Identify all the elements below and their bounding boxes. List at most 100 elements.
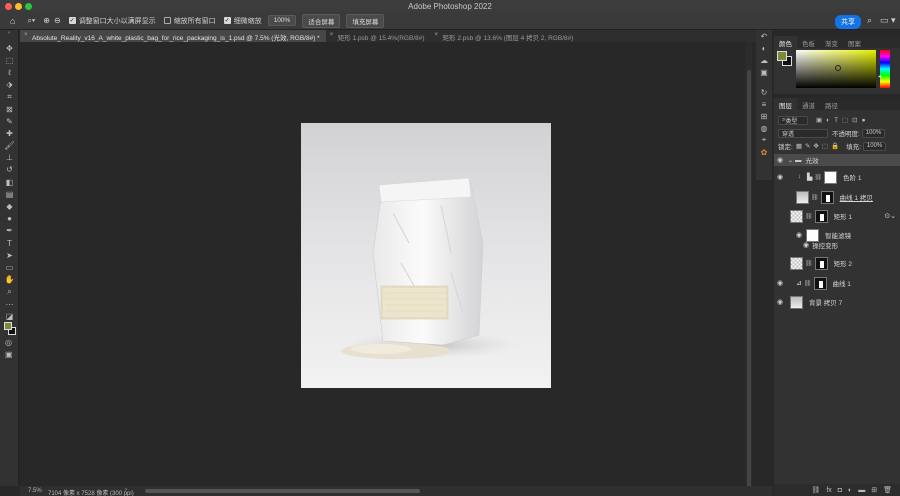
tab-layers[interactable]: 图层	[774, 98, 797, 110]
tab-swatches[interactable]: 色板	[797, 36, 820, 48]
home-icon[interactable]: ⌂	[10, 12, 15, 30]
link-icon[interactable]: ⛓	[805, 260, 813, 267]
eye-icon[interactable]: ◉	[774, 156, 786, 164]
add-mask-icon[interactable]: ◘	[838, 487, 842, 494]
properties-panel-icon[interactable]: ◐	[756, 42, 772, 54]
link-icon[interactable]: ⛓	[811, 194, 819, 201]
lasso-tool-icon[interactable]: ℓ	[0, 66, 19, 78]
move-tool-icon[interactable]: ✥	[0, 42, 19, 54]
scrubby-zoom-checkbox[interactable]: ✓	[223, 17, 231, 24]
vertical-scroll-thumb[interactable]	[747, 70, 751, 490]
workspace-menu-icon[interactable]: ▾	[891, 15, 896, 26]
close-tab-icon[interactable]: ×	[24, 32, 28, 38]
layer-row-curves-copy[interactable]: ⛓ 曲线 1 拷贝	[774, 187, 900, 207]
search-icon[interactable]: ⌕	[867, 15, 872, 26]
color-picker-cursor[interactable]	[835, 65, 841, 71]
zoom-out-icon[interactable]: ⊖	[54, 12, 61, 30]
eyedropper-tool-icon[interactable]: ✎	[0, 115, 19, 127]
fill-field[interactable]: 100%	[862, 141, 887, 151]
gradient-tool-icon[interactable]: ▤	[0, 188, 19, 200]
layer-mask-thumbnail[interactable]	[814, 256, 828, 270]
tab-rect-2[interactable]: × 矩形 2.psb @ 13.6% (图层 4 拷贝 2, RGB/8#)	[431, 30, 580, 42]
layer-style-icon[interactable]: fx	[826, 487, 831, 494]
toolbar-collapse-icon[interactable]: »	[0, 30, 18, 42]
chevron-down-icon[interactable]: ⌄	[788, 157, 793, 164]
quick-mask-icon[interactable]: ◎	[5, 338, 12, 347]
color-panel-foreground-swatch[interactable]	[777, 51, 787, 61]
eye-icon[interactable]: ◉	[774, 279, 786, 287]
layer-mask-thumbnail[interactable]	[820, 190, 834, 204]
zoom-tool-icon[interactable]: ⌕▾	[27, 12, 35, 30]
healing-tool-icon[interactable]: ✚	[0, 127, 19, 139]
foreground-color-swatch[interactable]	[4, 322, 12, 330]
brush-tool-icon[interactable]: 🖌	[0, 140, 19, 152]
layer-row-levels[interactable]: ◉ ↓ ▙ ⛓ 色阶 1	[774, 167, 900, 187]
brush-settings-icon[interactable]: ≡	[756, 98, 772, 110]
adjustments-panel-icon[interactable]: ↻	[756, 86, 772, 98]
zoom-in-icon[interactable]: ⊕	[43, 12, 50, 30]
document-canvas[interactable]	[301, 123, 551, 388]
learn-panel-icon[interactable]: ☁	[756, 54, 772, 66]
workspace-icon[interactable]: ▭	[880, 15, 889, 26]
dodge-tool-icon[interactable]: ●	[0, 213, 19, 225]
kind-filter-select[interactable]: ⌕ 类型	[778, 115, 808, 125]
path-select-tool-icon[interactable]: ➤	[0, 249, 19, 261]
marquee-tool-icon[interactable]: ⬚	[0, 54, 19, 66]
opacity-field[interactable]: 100%	[861, 128, 886, 138]
scrubby-zoom-option[interactable]: ✓ 细微缩放	[223, 12, 262, 30]
close-tab-icon[interactable]: ×	[330, 32, 334, 38]
layer-row-group[interactable]: ◉ ⌄ ▬ 光效	[774, 154, 900, 166]
eye-icon[interactable]: ◉	[774, 173, 786, 181]
share-button[interactable]: 共享	[835, 15, 861, 29]
link-layers-icon[interactable]: ⛓	[811, 486, 820, 494]
filter-type-icons[interactable]: ▣◐T⬚⊡●	[816, 116, 870, 124]
history-brush-icon[interactable]: ↺	[0, 164, 19, 176]
layer-mask-thumbnail[interactable]	[824, 170, 838, 184]
crop-tool-icon[interactable]: ⌗	[0, 91, 19, 103]
resize-windows-option[interactable]: ✓ 调整窗口大小以满屏显示	[68, 12, 156, 30]
link-icon[interactable]: ⛓	[814, 174, 822, 181]
new-layer-icon[interactable]: ⊞	[871, 486, 877, 494]
eraser-tool-icon[interactable]: ◧	[0, 176, 19, 188]
delete-layer-icon[interactable]: 🗑	[883, 486, 892, 494]
tab-rect-1[interactable]: × 矩形 1.psb @ 15.4%(RGB/8#)	[326, 30, 431, 42]
layer-mask-thumbnail[interactable]	[814, 209, 828, 223]
paragraph-panel-icon[interactable]: ◍	[756, 122, 772, 134]
object-select-tool-icon[interactable]: ⬗	[0, 79, 19, 91]
stamp-tool-icon[interactable]: ⊥	[0, 152, 19, 164]
tab-color[interactable]: 颜色	[774, 36, 797, 48]
zoom-tool-icon[interactable]: ⌕	[0, 286, 19, 298]
hue-slider-marker[interactable]: ◂	[878, 73, 881, 80]
layer-row-curves-1[interactable]: ◉ ⊿ ⛓ 曲线 1	[774, 273, 900, 293]
status-zoom[interactable]: 7.5%	[28, 488, 42, 494]
layer-row-puppet-warp[interactable]: ◉ 操控变形	[774, 238, 900, 252]
zoom-percent-field[interactable]: 100%	[267, 15, 297, 26]
screen-mode-icon[interactable]: ▣	[5, 350, 13, 359]
zoom-all-windows-checkbox[interactable]	[163, 17, 171, 24]
pen-tool-icon[interactable]: ✒	[0, 225, 19, 237]
default-colors-icon[interactable]: ◪	[0, 310, 19, 322]
tab-gradients[interactable]: 渐变	[820, 36, 843, 48]
link-icon[interactable]: ⛓	[804, 280, 812, 287]
layer-row-background-copy[interactable]: ◉ 背景 拷贝 7	[774, 292, 900, 312]
resize-windows-checkbox[interactable]: ✓	[68, 17, 76, 24]
blend-mode-select[interactable]: 穿透	[778, 128, 828, 138]
character-panel-icon[interactable]: ⊞	[756, 110, 772, 122]
tab-paths[interactable]: 路径	[820, 98, 843, 110]
tab-main-document[interactable]: × Absolute_Reality_v16_A_white_plastic_b…	[20, 30, 326, 42]
libraries-panel-icon[interactable]: ⌖	[756, 134, 772, 146]
layer-mask-thumbnail[interactable]	[813, 276, 827, 290]
frame-tool-icon[interactable]: ⊠	[0, 103, 19, 115]
tab-channels[interactable]: 通道	[797, 98, 820, 110]
fit-screen-button[interactable]: 适合屏幕	[302, 13, 341, 28]
blur-tool-icon[interactable]: ◆	[0, 200, 19, 212]
status-menu-icon[interactable]: ›	[125, 487, 127, 493]
layer-row-rect-1[interactable]: ⛓ 矩形 1 ⊙⌄	[774, 206, 900, 226]
smart-filter-icon[interactable]: ⊙⌄	[884, 212, 896, 220]
plugins-panel-icon[interactable]: ✿	[756, 146, 772, 158]
link-icon[interactable]: ⛓	[805, 213, 813, 220]
hand-tool-icon[interactable]: ✋	[0, 274, 19, 286]
hue-slider[interactable]	[880, 50, 890, 88]
history-panel-icon[interactable]: ↶	[756, 30, 772, 42]
rectangle-tool-icon[interactable]: ▭	[0, 261, 19, 273]
